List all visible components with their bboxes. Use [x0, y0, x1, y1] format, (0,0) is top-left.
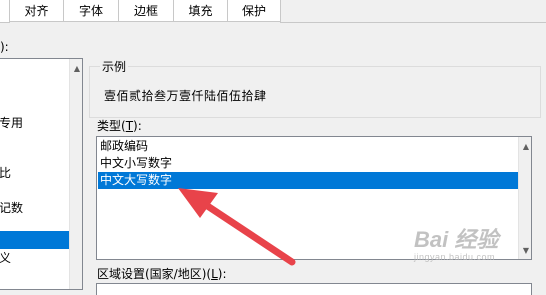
type-list-scrollbar[interactable]: ▲ ▼ — [518, 137, 531, 259]
tab-fill[interactable]: 填充 — [173, 0, 228, 22]
tab-alignment[interactable]: 对齐 — [9, 0, 64, 22]
type-item-postal-code[interactable]: 邮政编码 — [100, 138, 148, 155]
locale-label: 区域设置(国家/地区)(L): — [97, 267, 227, 281]
category-label: ): — [0, 40, 9, 54]
type-item-chinese-lowercase[interactable]: 中文小写数字 — [100, 155, 172, 172]
sample-title: 示例 — [100, 58, 129, 75]
tab-border[interactable]: 边框 — [118, 0, 174, 22]
category-item-percent[interactable]: 比 — [0, 164, 11, 181]
category-item-selected[interactable] — [0, 231, 69, 249]
scroll-up-icon[interactable]: ▲ — [519, 139, 531, 153]
watermark-logo: Bai 经验 — [414, 227, 499, 252]
tab-protection[interactable]: 保护 — [227, 0, 281, 22]
scroll-down-icon[interactable]: ▼ — [519, 243, 531, 257]
sample-value: 壹佰贰拾叁万壹仟陆佰伍拾肆 — [104, 89, 267, 103]
category-item-scientific[interactable]: 记数 — [0, 199, 23, 216]
type-item-chinese-uppercase[interactable]: 中文大写数字 — [98, 172, 518, 189]
category-item-custom[interactable]: 义 — [0, 249, 11, 266]
tab-strip: 对齐 字体 边框 填充 保护 — [0, 0, 546, 23]
tab-font[interactable]: 字体 — [63, 0, 119, 22]
tab-divider — [280, 22, 546, 23]
type-label: 类型(T): — [97, 119, 142, 133]
category-list[interactable]: 专用 比 记数 义 ▲ — [0, 58, 83, 290]
watermark-url: jingyan.baidu.com — [414, 252, 496, 262]
category-item-special[interactable]: 专用 — [0, 114, 23, 131]
locale-select[interactable] — [96, 283, 532, 295]
scroll-up-icon[interactable]: ▲ — [70, 61, 82, 75]
category-scrollbar[interactable]: ▲ — [69, 59, 82, 289]
watermark: Bai 经验 jingyan.baidu.com — [414, 227, 499, 263]
